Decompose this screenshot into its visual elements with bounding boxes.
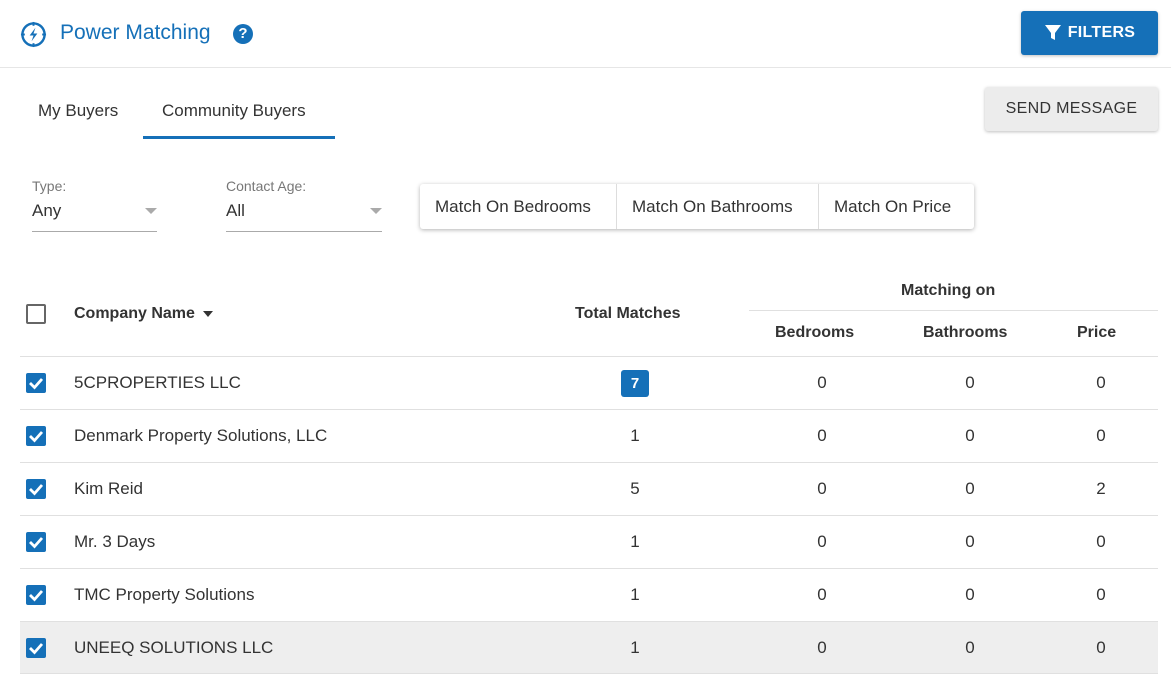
bathrooms-value: 0 (965, 585, 975, 604)
table-row[interactable]: Mr. 3 Days 1 0 0 0 (20, 515, 1158, 568)
filters-button[interactable]: FILTERS (1021, 11, 1158, 55)
total-matches-header: Total Matches (575, 305, 681, 322)
price-value: 0 (1096, 426, 1106, 445)
send-message-button[interactable]: SEND MESSAGE (985, 87, 1158, 131)
page-title: Power Matching (60, 21, 211, 44)
row-checkbox[interactable] (26, 479, 46, 499)
sort-down-icon (202, 311, 213, 317)
price-value: 0 (1096, 532, 1106, 551)
total-matches: 1 (630, 426, 640, 445)
bedrooms-header: Bedrooms (775, 324, 855, 341)
bathrooms-header: Bathrooms (923, 324, 1008, 341)
company-name: UNEEQ SOLUTIONS LLC (74, 638, 274, 657)
bedrooms-value: 0 (817, 638, 827, 657)
contact-age-value: All (226, 201, 245, 220)
table-row[interactable]: UNEEQ SOLUTIONS LLC 1 0 0 0 (20, 621, 1158, 674)
company-name-header-label: Company Name (74, 305, 195, 322)
question-circle-icon[interactable]: ? (233, 24, 253, 44)
table-row[interactable]: 5CPROPERTIES LLC 7 0 0 0 (20, 356, 1158, 409)
bedrooms-value: 0 (817, 479, 827, 498)
row-checkbox[interactable] (26, 638, 46, 658)
company-name: Denmark Property Solutions, LLC (74, 426, 328, 445)
row-checkbox[interactable] (26, 426, 46, 446)
matching-on-header: Matching on (901, 282, 996, 299)
funnel-icon (1044, 25, 1061, 40)
tab-my-buyers[interactable]: My Buyers (38, 101, 118, 121)
check-icon (29, 431, 44, 443)
price-value: 2 (1096, 479, 1106, 498)
row-checkbox[interactable] (26, 585, 46, 605)
match-on-bathrooms-toggle[interactable]: Match On Bathrooms (617, 184, 819, 229)
type-value: Any (32, 201, 62, 220)
table-row[interactable]: Kim Reid 5 0 0 2 (20, 462, 1158, 515)
match-on-price-toggle[interactable]: Match On Price (819, 184, 974, 229)
bedrooms-value: 0 (817, 373, 827, 392)
filters-label: FILTERS (1067, 24, 1136, 41)
total-matches: 1 (630, 585, 640, 604)
tab-community-buyers[interactable]: Community Buyers (162, 101, 306, 121)
bathrooms-value: 0 (965, 426, 975, 445)
match-toggle-group: Match On Bedrooms Match On Bathrooms Mat… (420, 184, 974, 229)
row-checkbox[interactable] (26, 373, 46, 393)
page-header: Power Matching ? FILTERS (0, 0, 1171, 68)
contact-age-label: Contact Age: (226, 178, 307, 194)
chevron-down-icon (370, 208, 382, 214)
bedrooms-value: 0 (817, 585, 827, 604)
chevron-down-icon (145, 208, 157, 214)
price-value: 0 (1096, 585, 1106, 604)
company-name: Mr. 3 Days (74, 532, 156, 551)
buyers-table-body: 5CPROPERTIES LLC 7 0 0 0 Denmark Propert… (20, 356, 1158, 674)
power-compass-icon (20, 21, 47, 48)
contact-age-select[interactable]: Contact Age: All (226, 178, 382, 232)
bathrooms-value: 0 (965, 532, 975, 551)
bedrooms-value: 0 (817, 532, 827, 551)
company-name: TMC Property Solutions (74, 585, 255, 604)
company-name-header[interactable]: Company Name (74, 305, 213, 323)
check-icon (29, 590, 44, 602)
total-matches[interactable]: 7 (605, 370, 665, 397)
active-tab-indicator (143, 136, 335, 139)
check-icon (29, 378, 44, 390)
type-select[interactable]: Type: Any (32, 178, 157, 232)
total-matches-badge[interactable]: 7 (621, 370, 649, 397)
total-matches: 1 (630, 638, 640, 657)
company-name: 5CPROPERTIES LLC (74, 373, 241, 392)
total-matches: 1 (630, 532, 640, 551)
price-header: Price (1077, 324, 1117, 341)
check-icon (29, 537, 44, 549)
table-row[interactable]: Denmark Property Solutions, LLC 1 0 0 0 (20, 409, 1158, 462)
match-on-bedrooms-toggle[interactable]: Match On Bedrooms (420, 184, 617, 229)
check-icon (29, 484, 44, 496)
bathrooms-value: 0 (965, 373, 975, 392)
check-icon (29, 643, 44, 655)
price-value: 0 (1096, 373, 1106, 392)
table-row[interactable]: TMC Property Solutions 1 0 0 0 (20, 568, 1158, 621)
bathrooms-value: 0 (965, 638, 975, 657)
company-name: Kim Reid (74, 479, 143, 498)
header-divider (749, 310, 1158, 311)
row-checkbox[interactable] (26, 532, 46, 552)
total-matches: 5 (630, 479, 640, 498)
type-label: Type: (32, 178, 67, 194)
bedrooms-value: 0 (817, 426, 827, 445)
price-value: 0 (1096, 638, 1106, 657)
bathrooms-value: 0 (965, 479, 975, 498)
select-all-checkbox[interactable] (26, 304, 46, 324)
